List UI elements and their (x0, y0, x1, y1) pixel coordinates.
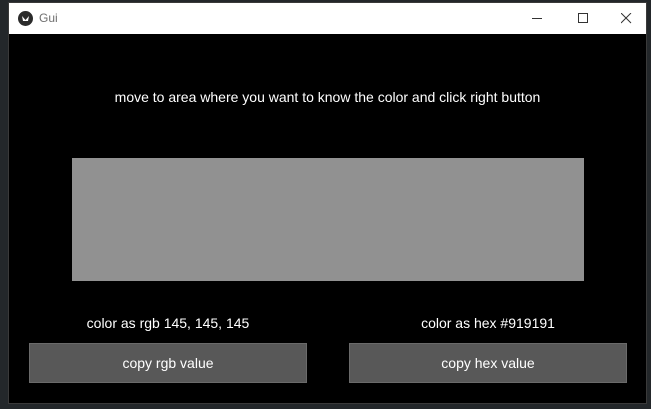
maximize-button[interactable] (560, 3, 606, 34)
app-content: move to area where you want to know the … (9, 34, 646, 403)
copy-hex-button[interactable]: copy hex value (349, 343, 627, 383)
window-title: Gui (39, 11, 58, 25)
close-icon (621, 13, 632, 24)
desktop-background: Gui move to area where you want to know … (0, 0, 651, 409)
rgb-value-label: color as rgb 145, 145, 145 (86, 315, 250, 331)
minimize-icon (532, 18, 542, 19)
close-button[interactable] (603, 3, 649, 34)
app-window: Gui move to area where you want to know … (8, 2, 647, 404)
hex-value-label: color as hex #919191 (421, 315, 555, 331)
maximize-icon (578, 13, 588, 23)
kivy-app-icon (18, 11, 33, 26)
instruction-label: move to area where you want to know the … (114, 89, 541, 105)
title-bar[interactable]: Gui (9, 3, 646, 34)
minimize-button[interactable] (514, 3, 560, 34)
color-swatch (72, 158, 584, 281)
copy-rgb-button[interactable]: copy rgb value (29, 343, 307, 383)
